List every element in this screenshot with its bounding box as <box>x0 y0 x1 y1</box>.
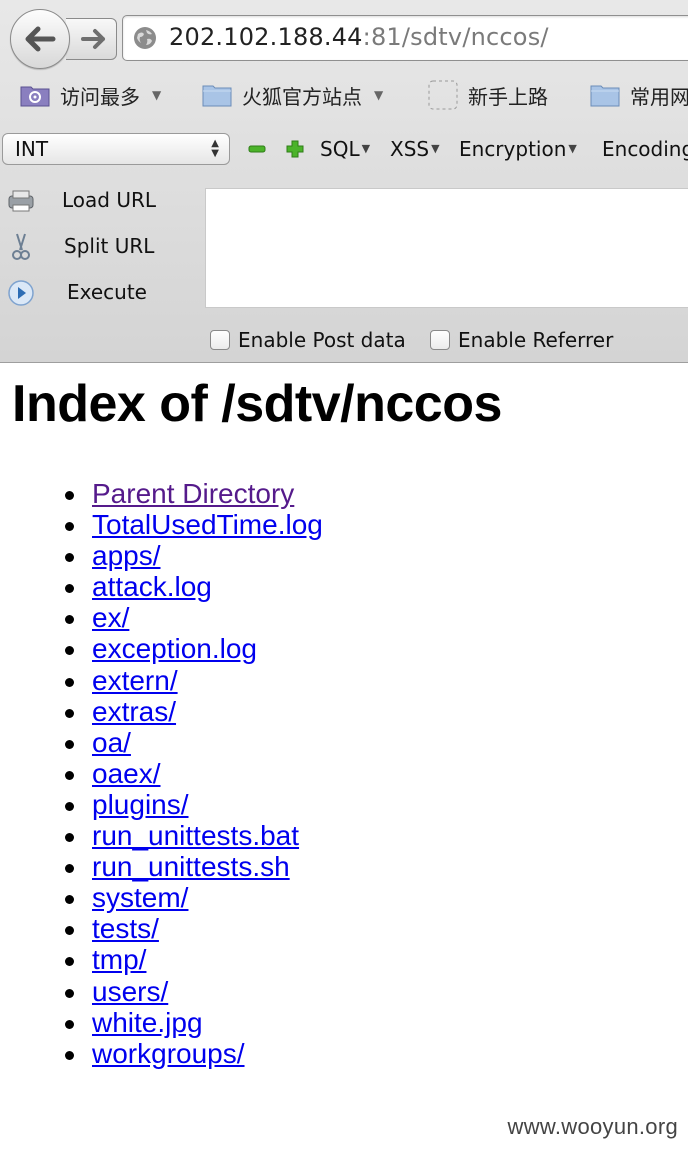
list-item: attack.log <box>65 571 323 602</box>
bookmark-label: 火狐官方站点 <box>242 84 362 109</box>
file-link[interactable]: oa/ <box>92 727 131 758</box>
address-bar[interactable]: 202.102.188.44:81/sdtv/nccos/ <box>122 15 688 61</box>
file-link[interactable]: workgroups/ <box>92 1038 245 1069</box>
play-icon <box>8 280 34 306</box>
checkbox-label: Enable Referrer <box>458 328 614 352</box>
navigation-bar: 202.102.188.44:81/sdtv/nccos/ <box>0 0 688 70</box>
forward-arrow-icon <box>81 29 105 49</box>
list-item: tests/ <box>65 913 323 944</box>
xss-menu[interactable]: XSS ▼ <box>390 137 440 161</box>
chevron-down-icon: ▼ <box>152 88 162 102</box>
split-url-button[interactable]: Split URL <box>0 226 200 266</box>
chevron-down-icon: ▼ <box>374 88 384 102</box>
file-link[interactable]: run_unittests.bat <box>92 820 299 851</box>
list-item: tmp/ <box>65 944 323 975</box>
list-item: workgroups/ <box>65 1038 323 1069</box>
encryption-menu[interactable]: Encryption ▼ <box>459 137 577 161</box>
list-item: run_unittests.bat <box>65 820 323 851</box>
bookmark-getting-started[interactable]: 新手上路 <box>428 80 548 110</box>
gear-folder-icon <box>20 86 50 107</box>
list-item: white.jpg <box>65 1007 323 1038</box>
file-link[interactable]: ex/ <box>92 602 129 633</box>
folder-icon <box>590 85 620 107</box>
minus-icon[interactable] <box>248 140 266 158</box>
list-item: oaex/ <box>65 758 323 789</box>
file-link[interactable]: run_unittests.sh <box>92 851 290 882</box>
back-button[interactable] <box>10 9 70 69</box>
file-link[interactable]: exception.log <box>92 633 257 664</box>
list-item: oa/ <box>65 727 323 758</box>
up-down-arrows-icon: ▲ ▼ <box>211 138 219 159</box>
hackbar-toolbar: INT ▲ ▼ SQL ▼ XSS ▼ Encryption ▼ Encoding <box>0 128 688 174</box>
page-title: Index of /sdtv/nccos <box>12 375 502 433</box>
file-link[interactable]: attack.log <box>92 571 212 602</box>
file-link[interactable]: apps/ <box>92 540 161 571</box>
list-item: plugins/ <box>65 789 323 820</box>
scissors-icon <box>12 233 30 260</box>
bookmark-label: 常用网 <box>630 84 688 109</box>
checkbox-box[interactable] <box>430 330 450 350</box>
bookmarks-toolbar: 访问最多 ▼ 火狐官方站点 ▼ 新手上路 常用网 <box>0 72 688 118</box>
list-item: Parent Directory <box>65 478 323 509</box>
url-textarea[interactable] <box>205 188 688 308</box>
file-link[interactable]: extern/ <box>92 665 178 696</box>
file-link[interactable]: plugins/ <box>92 789 189 820</box>
watermark: www.wooyun.org <box>507 1114 678 1139</box>
list-item: TotalUsedTime.log <box>65 509 323 540</box>
directory-list: Parent Directory TotalUsedTime.log apps/at… <box>65 478 323 1069</box>
file-link[interactable]: users/ <box>92 976 168 1007</box>
bookmark-label: 新手上路 <box>468 84 548 109</box>
file-link[interactable]: white.jpg <box>92 1007 203 1038</box>
list-item: run_unittests.sh <box>65 851 323 882</box>
bookmark-common-sites[interactable]: 常用网 <box>590 80 688 110</box>
back-arrow-icon <box>25 26 56 52</box>
enable-referrer-checkbox[interactable]: Enable Referrer <box>430 328 613 352</box>
bookmark-label: 访问最多 <box>60 84 140 109</box>
list-item: users/ <box>65 976 323 1007</box>
file-link[interactable]: extras/ <box>92 696 176 727</box>
forward-button[interactable] <box>66 18 117 60</box>
checkbox-label: Enable Post data <box>238 328 406 352</box>
load-url-button[interactable]: Load URL <box>0 180 200 220</box>
dashed-box-icon <box>428 80 458 110</box>
list-item: system/ <box>65 882 323 913</box>
file-link[interactable]: tmp/ <box>92 944 146 975</box>
load-url-label: Load URL <box>62 188 157 212</box>
printer-icon <box>8 190 34 212</box>
parent-directory-link[interactable]: Parent Directory <box>92 478 294 509</box>
file-link[interactable]: TotalUsedTime.log <box>92 509 323 540</box>
list-item: extern/ <box>65 665 323 696</box>
file-link[interactable]: tests/ <box>92 913 159 944</box>
sql-menu[interactable]: SQL ▼ <box>320 137 370 161</box>
url-text: 202.102.188.44:81/sdtv/nccos/ <box>169 23 549 51</box>
checkbox-box[interactable] <box>210 330 230 350</box>
execute-label: Execute <box>67 280 147 304</box>
split-url-label: Split URL <box>64 234 155 258</box>
globe-icon <box>134 27 156 49</box>
list-item: exception.log <box>65 633 323 664</box>
type-select-value: INT <box>15 137 49 161</box>
list-item: extras/ <box>65 696 323 727</box>
execute-button[interactable]: Execute <box>0 272 200 312</box>
bookmark-firefox-official[interactable]: 火狐官方站点 ▼ <box>202 80 383 110</box>
list-item: apps/ <box>65 540 323 571</box>
file-link[interactable]: oaex/ <box>92 758 161 789</box>
enable-post-data-checkbox[interactable]: Enable Post data <box>210 328 406 352</box>
browser-chrome: 202.102.188.44:81/sdtv/nccos/ 访问最多 ▼ 火狐官… <box>0 0 688 363</box>
file-link[interactable]: system/ <box>92 882 188 913</box>
plus-icon[interactable] <box>286 140 304 158</box>
folder-icon <box>202 85 232 107</box>
encoding-menu[interactable]: Encoding <box>602 137 688 161</box>
list-item: ex/ <box>65 602 323 633</box>
bookmark-most-visited[interactable]: 访问最多 ▼ <box>20 80 161 110</box>
type-select[interactable]: INT ▲ ▼ <box>2 133 230 165</box>
